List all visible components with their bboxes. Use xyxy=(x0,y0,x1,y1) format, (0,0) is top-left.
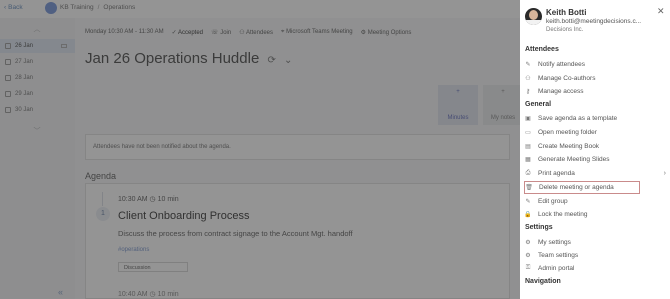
people-icon: ⚇ xyxy=(525,76,531,82)
user-email: keith.botti@meetingdecisions.c... xyxy=(546,18,642,25)
modal-overlay[interactable] xyxy=(0,0,520,299)
menu-item-save-template[interactable]: ▣ Save agenda as a template xyxy=(524,113,668,124)
menu-item-label: Lock the meeting xyxy=(538,211,588,218)
menu-item-label: Notify attendees xyxy=(538,61,585,68)
menu-item-label: Open meeting folder xyxy=(538,129,597,136)
general-section-heading: General xyxy=(525,101,552,108)
menu-item-edit-group[interactable]: ✎ Edit group xyxy=(524,196,668,207)
menu-item-label: Save agenda as a template xyxy=(538,115,618,122)
key-icon: ⚷ xyxy=(525,89,531,95)
menu-item-print-agenda[interactable]: ⎙ Print agenda › xyxy=(524,168,668,179)
save-icon: ▣ xyxy=(525,116,531,122)
print-icon: ⎙ xyxy=(525,170,531,176)
menu-item-notify-attendees[interactable]: ✎ Notify attendees xyxy=(524,59,668,70)
menu-item-label: Print agenda xyxy=(538,170,575,177)
avatar xyxy=(525,8,542,25)
close-icon[interactable]: ✕ xyxy=(657,6,665,17)
user-menu-panel: Keith Botti keith.botti@meetingdecisions… xyxy=(520,0,670,299)
menu-item-label: Admin portal xyxy=(538,265,575,272)
edit-icon: ✎ xyxy=(525,199,531,205)
notify-icon: ✎ xyxy=(525,62,531,68)
user-org: Decisions Inc. xyxy=(546,27,584,33)
menu-item-label: Manage access xyxy=(538,88,584,95)
menu-item-generate-slides[interactable]: ▦ Generate Meeting Slides xyxy=(524,154,668,165)
attendees-section-heading: Attendees xyxy=(525,46,559,53)
menu-item-open-folder[interactable]: ▭ Open meeting folder xyxy=(524,127,668,138)
menu-item-delete-meeting[interactable]: 🗑 Delete meeting or agenda xyxy=(524,181,640,194)
menu-item-label: Edit group xyxy=(538,198,568,205)
menu-item-admin-portal[interactable]: ⚿ Admin portal xyxy=(524,263,668,274)
folder-icon: ▭ xyxy=(525,130,531,136)
slides-icon: ▦ xyxy=(525,157,531,163)
lock-icon: 🔒 xyxy=(524,212,532,218)
navigation-section-heading: Navigation xyxy=(525,278,561,285)
menu-item-label: Team settings xyxy=(538,252,579,259)
user-name: Keith Botti xyxy=(546,8,587,17)
menu-item-label: Delete meeting or agenda xyxy=(539,184,614,191)
chevron-right-icon: › xyxy=(663,170,666,177)
menu-item-label: Create Meeting Book xyxy=(538,143,600,150)
menu-item-create-book[interactable]: ▤ Create Meeting Book xyxy=(524,141,668,152)
gear-icon: ⚙ xyxy=(525,240,531,246)
menu-item-label: Manage Co-authors xyxy=(538,75,596,82)
menu-item-label: My settings xyxy=(538,239,571,246)
team-gear-icon: ⚙ xyxy=(525,253,531,259)
menu-item-manage-access[interactable]: ⚷ Manage access xyxy=(524,86,668,97)
menu-item-lock-meeting[interactable]: 🔒 Lock the meeting xyxy=(524,209,668,220)
menu-item-my-settings[interactable]: ⚙ My settings xyxy=(524,237,668,248)
menu-item-team-settings[interactable]: ⚙ Team settings xyxy=(524,250,668,261)
book-icon: ▤ xyxy=(525,144,531,150)
admin-icon: ⚿ xyxy=(525,265,531,271)
settings-section-heading: Settings xyxy=(525,224,553,231)
menu-item-label: Generate Meeting Slides xyxy=(538,156,610,163)
menu-item-manage-coauthors[interactable]: ⚇ Manage Co-authors xyxy=(524,73,668,84)
trash-icon: 🗑 xyxy=(525,185,533,191)
